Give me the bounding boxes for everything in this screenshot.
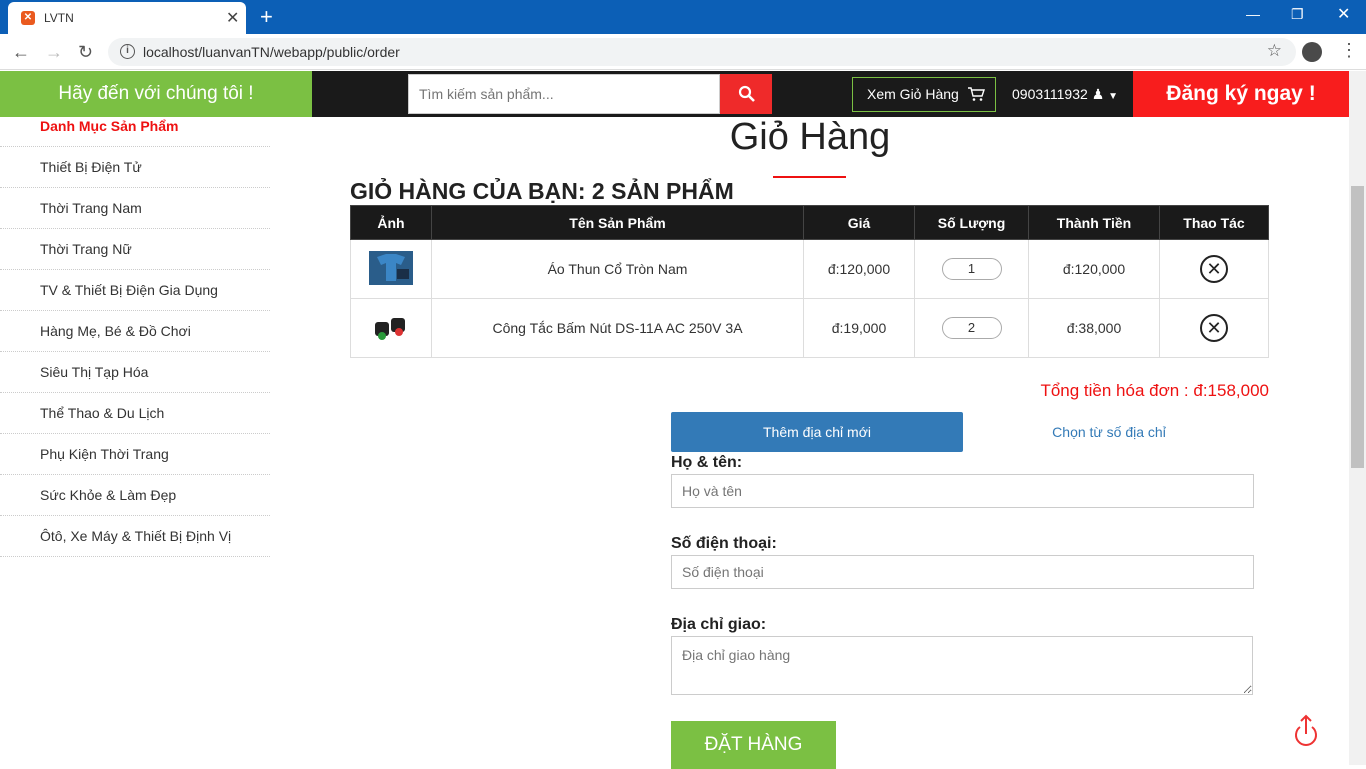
- search-icon: [738, 85, 755, 102]
- info-icon[interactable]: i: [120, 44, 135, 59]
- column-header: Thao Tác: [1159, 205, 1269, 240]
- category-item[interactable]: Thời Trang Nữ: [0, 229, 270, 270]
- product-price: đ:120,000: [803, 239, 915, 299]
- product-subtotal: đ:120,000: [1028, 239, 1160, 299]
- name-label: Họ & tên:: [671, 454, 743, 471]
- quantity-cell: 1: [914, 239, 1029, 299]
- quantity-cell: 2: [914, 298, 1029, 358]
- user-menu[interactable]: 0903111932 ♟ ▼: [1012, 71, 1118, 120]
- page-scrollbar[interactable]: [1349, 71, 1366, 765]
- table-row: Áo Thun Cổ Tròn Nam đ:120,000 1 đ:120,00…: [350, 239, 1269, 299]
- xampp-favicon-icon: ✕: [21, 11, 35, 25]
- browser-tab[interactable]: ✕ LVTN ✕: [8, 2, 246, 34]
- product-name[interactable]: Áo Thun Cổ Tròn Nam: [431, 239, 804, 299]
- category-item[interactable]: Ôtô, Xe Máy & Thiết Bị Định Vị: [0, 516, 270, 557]
- phone-field[interactable]: [671, 555, 1254, 589]
- place-order-button[interactable]: ĐẶT HÀNG: [671, 721, 836, 769]
- tab-title: LVTN: [44, 11, 74, 25]
- minimize-icon[interactable]: —: [1246, 6, 1260, 22]
- add-new-address-button[interactable]: Thêm địa chỉ mới: [671, 412, 963, 452]
- product-price: đ:19,000: [803, 298, 915, 358]
- quantity-input[interactable]: 1: [941, 258, 1002, 280]
- column-header: Thành Tiền: [1028, 205, 1160, 240]
- restore-icon[interactable]: ❐: [1291, 6, 1304, 23]
- tagline: Hãy đến với chúng tôi !: [0, 71, 312, 117]
- address-label: Địa chỉ giao:: [671, 616, 767, 633]
- omnibox[interactable]: i localhost/luanvanTN/webapp/public/orde…: [108, 38, 1296, 66]
- cart-icon: [968, 87, 985, 101]
- back-to-top-icon[interactable]: [1292, 714, 1320, 748]
- quantity-input[interactable]: 2: [941, 317, 1002, 339]
- tshirt-product-image: [369, 250, 413, 285]
- table-header-row: Ảnh Tên Sản Phẩm Giá Số Lượng Thành Tiền…: [350, 205, 1269, 240]
- order-total: Tổng tiền hóa đơn : đ:158,000: [1040, 381, 1269, 400]
- category-item[interactable]: Thời Trang Nam: [0, 188, 270, 229]
- action-cell: ✕: [1159, 298, 1269, 358]
- window-close-icon[interactable]: ✕: [1337, 4, 1350, 24]
- view-cart-button[interactable]: Xem Giỏ Hàng: [852, 77, 996, 112]
- product-name[interactable]: Công Tắc Bấm Nút DS-11A AC 250V 3A: [431, 298, 804, 358]
- phone-label: Số điện thoại:: [671, 535, 777, 552]
- search-button[interactable]: [720, 74, 772, 114]
- category-item[interactable]: Sức Khỏe & Làm Đẹp: [0, 475, 270, 516]
- switch-product-image: [369, 309, 413, 344]
- scrollbar-thumb[interactable]: [1351, 186, 1364, 468]
- address-bar-row: ← → ↻ i localhost/luanvanTN/webapp/publi…: [0, 34, 1366, 70]
- category-item[interactable]: Phụ Kiện Thời Trang: [0, 434, 270, 475]
- cart-count-heading: GIỎ HÀNG CỦA BẠN: 2 SẢN PHẨM: [350, 178, 734, 204]
- column-header: Giá: [803, 205, 915, 240]
- category-item[interactable]: TV & Thiết Bị Điện Gia Dụng: [0, 270, 270, 311]
- user-icon: ♟: [1091, 86, 1105, 102]
- back-arrow-icon[interactable]: ←: [12, 42, 30, 63]
- url-text[interactable]: localhost/luanvanTN/webapp/public/order: [143, 44, 400, 60]
- column-header: Tên Sản Phẩm: [431, 205, 804, 240]
- product-image[interactable]: [350, 298, 432, 358]
- title-underline: [773, 176, 846, 178]
- tab-close-icon[interactable]: ✕: [226, 8, 239, 28]
- table-row: Công Tắc Bấm Nút DS-11A AC 250V 3A đ:19,…: [350, 298, 1269, 358]
- product-image[interactable]: [350, 239, 432, 299]
- extension-icon[interactable]: [1302, 42, 1322, 62]
- forward-arrow-icon[interactable]: →: [45, 42, 63, 63]
- remove-item-icon[interactable]: ✕: [1200, 255, 1228, 283]
- user-phone: 0903111932: [1012, 86, 1088, 102]
- remove-item-icon[interactable]: ✕: [1200, 314, 1228, 342]
- caret-down-icon: ▼: [1108, 91, 1119, 102]
- browser-menu-icon[interactable]: ⋮: [1340, 40, 1358, 61]
- category-item[interactable]: Thể Thao & Du Lịch: [0, 393, 270, 434]
- address-field[interactable]: [671, 636, 1253, 695]
- reload-icon[interactable]: ↻: [78, 42, 93, 63]
- choose-from-address-book-link[interactable]: Chọn từ số địa chỉ: [1000, 412, 1218, 452]
- search-input[interactable]: [408, 74, 720, 114]
- register-button[interactable]: Đăng ký ngay !: [1133, 71, 1349, 117]
- category-item[interactable]: Hàng Mẹ, Bé & Đồ Chơi: [0, 311, 270, 352]
- category-item[interactable]: Thiết Bị Điện Tử: [0, 147, 270, 188]
- site-header: Hãy đến với chúng tôi ! Xem Giỏ Hàng 090…: [0, 71, 1349, 117]
- cart-label: Xem Giỏ Hàng: [867, 86, 959, 102]
- product-subtotal: đ:38,000: [1028, 298, 1160, 358]
- category-sidebar: Danh Mục Sản Phẩm Thiết Bị Điện Tử Thời …: [0, 117, 270, 557]
- column-header: Ảnh: [350, 205, 432, 240]
- cart-table: Ảnh Tên Sản Phẩm Giá Số Lượng Thành Tiền…: [350, 205, 1269, 358]
- category-heading: Danh Mục Sản Phẩm: [0, 117, 270, 147]
- column-header: Số Lượng: [914, 205, 1029, 240]
- new-tab-plus-icon[interactable]: +: [260, 4, 273, 30]
- action-cell: ✕: [1159, 239, 1269, 299]
- page-title: Giỏ Hàng: [729, 116, 891, 158]
- name-field[interactable]: [671, 474, 1254, 508]
- browser-tab-bar: ✕ LVTN ✕ + — ❐ ✕: [0, 0, 1366, 34]
- bookmark-star-icon[interactable]: ☆: [1267, 41, 1282, 61]
- category-item[interactable]: Siêu Thị Tạp Hóa: [0, 352, 270, 393]
